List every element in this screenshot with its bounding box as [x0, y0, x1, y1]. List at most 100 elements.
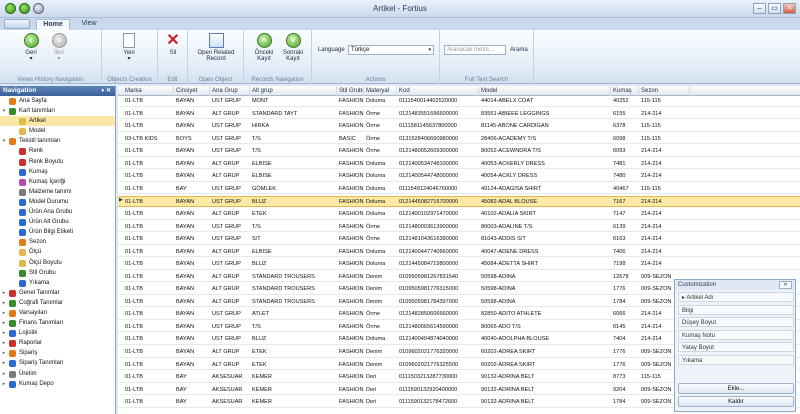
table-row[interactable]: 01-LTB BAY UST GRUP GÖMLEK FASHION Doluma 0111… — [118, 184, 800, 195]
maximize-button[interactable]: ▭ — [768, 3, 781, 14]
expand-arrow-icon[interactable]: ▸ — [1, 369, 7, 379]
column-header[interactable]: Sezon — [640, 86, 690, 96]
nav-item[interactable]: Kumaş — [0, 167, 115, 177]
app-menu-button[interactable] — [4, 19, 30, 29]
expand-arrow-icon[interactable]: ▸ — [1, 379, 7, 389]
table-row[interactable]: 01-LTB BAYAN UST GRUP T/S FASHION Örme 0121480… — [118, 146, 800, 157]
column-header[interactable]: Stil Grubu — [338, 86, 364, 96]
nav-item[interactable]: Malzeme tanımı — [0, 187, 115, 197]
table-cell: BAYAN — [176, 173, 195, 180]
nav-item[interactable]: ▸ Varsayılan — [0, 308, 115, 318]
minimize-button[interactable]: – — [753, 3, 766, 14]
search-input[interactable]: Aranacak metni... — [444, 45, 506, 55]
nav-item[interactable]: ▸ Sipariş Tanımları — [0, 358, 115, 368]
next-record-button[interactable]: ˅ Sonraki Kayıt — [278, 33, 308, 62]
new-button[interactable]: Yeni ▾ — [114, 33, 144, 62]
column-header[interactable]: Cinsiyet — [175, 86, 210, 96]
open-related-record-button[interactable]: Open Related Record — [193, 33, 239, 62]
column-header[interactable]: Marka — [124, 86, 174, 96]
table-row[interactable]: 01-LTB BAYAN UST GRUP S/T FASHION Örme 0121481… — [118, 234, 800, 245]
back-button[interactable]: ‹ Geri ▾ — [16, 33, 46, 62]
column-header[interactable]: Model — [480, 86, 611, 96]
expand-arrow-icon[interactable]: ▸ — [1, 358, 7, 368]
table-cell: ETEK — [252, 361, 267, 368]
customization-item[interactable]: Yıkama — [678, 354, 794, 365]
expand-arrow-icon[interactable]: ▸ — [1, 288, 7, 298]
nav-item[interactable]: Artikel — [0, 116, 115, 127]
table-cell: 0121480065614590000 — [399, 323, 459, 330]
table-row[interactable]: 01-LTB BAYAN UST GRUP T/S FASHION Örme 0121480… — [118, 222, 800, 233]
nav-item[interactable]: ▾ Tekstil tanımları — [0, 136, 115, 146]
customization-close-button[interactable]: ✕ — [779, 281, 792, 289]
previous-record-button[interactable]: ˄ Önceki Kayıt — [250, 33, 278, 62]
nav-item[interactable]: ▸ Raporlar — [0, 338, 115, 348]
table-row[interactable]: 01-LTB BAYAN UST GRUP HIRKA FASHION Örme 01115… — [118, 121, 800, 132]
tab-home[interactable]: Home — [36, 19, 70, 30]
nav-item[interactable]: Kumaş İçeriği — [0, 177, 115, 187]
table-cell: FASHION — [339, 273, 364, 280]
nav-item[interactable]: ▸ Coğrafi Tanımlar — [0, 298, 115, 308]
expand-arrow-icon[interactable]: ▾ — [1, 136, 7, 146]
group-label-edit: Edit — [167, 77, 178, 83]
nav-item[interactable]: ▸ Genel Tanımlar — [0, 288, 115, 298]
tab-view[interactable]: View — [74, 19, 104, 30]
table-row[interactable]: 01-LTB BAYAN ALT GRUP STANDARD TAYT FASHION Ö… — [118, 109, 800, 120]
expand-arrow-icon[interactable]: ▸ — [1, 298, 7, 308]
nav-item[interactable]: Ürün Bilgi Etiketi — [0, 227, 115, 237]
column-header[interactable]: Alt grup — [251, 86, 337, 96]
nav-item[interactable]: ▸ Sipariş — [0, 348, 115, 358]
customization-item[interactable]: ▸ Artikel Adı — [678, 292, 794, 302]
expand-arrow-icon[interactable]: ▸ — [1, 318, 7, 328]
table-row[interactable]: ▶ 01-LTB BAYAN UST GRUP BLUZ FASHION Doluma 012… — [118, 196, 800, 207]
nav-item[interactable]: Stil Grubu — [0, 268, 115, 278]
nav-item[interactable]: ▸ Lojistik — [0, 328, 115, 338]
nav-item[interactable]: Ölçü Boyutu — [0, 258, 115, 268]
nav-item[interactable]: Yıkama — [0, 278, 115, 288]
expand-arrow-icon[interactable]: ▸ — [1, 338, 7, 348]
table-row[interactable]: 03-LTB KIDS BOYS UST GRUP T/S BASIC Örme 01315… — [118, 134, 800, 145]
nav-item[interactable]: Model Durumu — [0, 197, 115, 207]
delete-button[interactable]: ✕ Sil — [158, 33, 188, 57]
table-row[interactable]: 01-LTB BAYAN UST GRUP BLUZ FASHION Doluma 0121… — [118, 259, 800, 270]
add-button[interactable]: Ekle... — [678, 383, 794, 394]
expand-arrow-icon[interactable]: ▸ — [1, 328, 7, 338]
expand-arrow-icon[interactable]: ▸ — [1, 348, 7, 358]
table-row[interactable]: 01-LTB BAYAN UST GRUP MONT FASHION Doluma 0111… — [118, 96, 800, 107]
customization-item[interactable]: Düşey Boyut — [678, 317, 794, 327]
customization-title: Customization — [678, 282, 717, 288]
group-label-objects-creation: Objects Creation — [107, 77, 152, 83]
nav-item[interactable]: Ana Sayfa — [0, 96, 115, 106]
column-header[interactable]: Ana Grup — [211, 86, 250, 96]
pin-icon[interactable]: ♦ ✕ — [101, 86, 111, 96]
customization-item[interactable]: Kumaş Notu — [678, 329, 794, 340]
column-header[interactable]: Materyal — [365, 86, 397, 96]
nav-item[interactable]: ▸ Kumaş Depo — [0, 379, 115, 389]
nav-item[interactable]: ▸ Üretim — [0, 369, 115, 379]
remove-button[interactable]: Kaldır — [678, 396, 794, 407]
nav-item[interactable]: Ürün Ana Grubu — [0, 207, 115, 217]
column-header[interactable]: Kod — [398, 86, 479, 96]
customization-item[interactable]: Yatay Boyut — [678, 342, 794, 352]
table-row[interactable]: 01-LTB BAYAN ALT GRUP ETEK FASHION Doluma 0121… — [118, 209, 800, 220]
table-row[interactable]: 01-LTB BAYAN ALT GRUP ELBISE FASHION Doluma 01… — [118, 171, 800, 182]
close-button[interactable]: ✕ — [783, 3, 796, 14]
nav-item[interactable]: ▾ Kart tanımları — [0, 106, 115, 116]
table-cell: 0109602021776320000 — [399, 349, 459, 355]
column-header[interactable]: Kumaş — [612, 86, 639, 96]
table-row[interactable]: 01-LTB BAYAN ALT GRUP ELBISE FASHION Doluma 01… — [118, 247, 800, 258]
customization-item[interactable]: Bilgi — [678, 304, 794, 315]
table-cell: 50598-ADINA — [481, 273, 516, 280]
nav-item[interactable]: Sezon — [0, 237, 115, 247]
nav-item[interactable]: Model — [0, 126, 115, 136]
table-row[interactable]: 01-LTB BAYAN ALT GRUP ELBISE FASHION Doluma 01… — [118, 159, 800, 170]
expand-arrow-icon[interactable]: ▾ — [1, 106, 7, 116]
nav-item[interactable]: Ürün Alt Grubu — [0, 217, 115, 227]
nav-item[interactable]: Renk — [0, 146, 115, 156]
language-select[interactable]: Türkçe ▾ — [348, 45, 434, 55]
expand-arrow-icon[interactable]: ▸ — [1, 308, 7, 318]
nav-item[interactable]: ▸ Finans Tanımları — [0, 318, 115, 328]
search-button[interactable]: Arama — [510, 47, 528, 53]
forward-button[interactable]: › İleri ▾ — [44, 33, 74, 62]
nav-item[interactable]: Renk Boyutu — [0, 157, 115, 167]
nav-item[interactable]: Ölçü — [0, 247, 115, 257]
